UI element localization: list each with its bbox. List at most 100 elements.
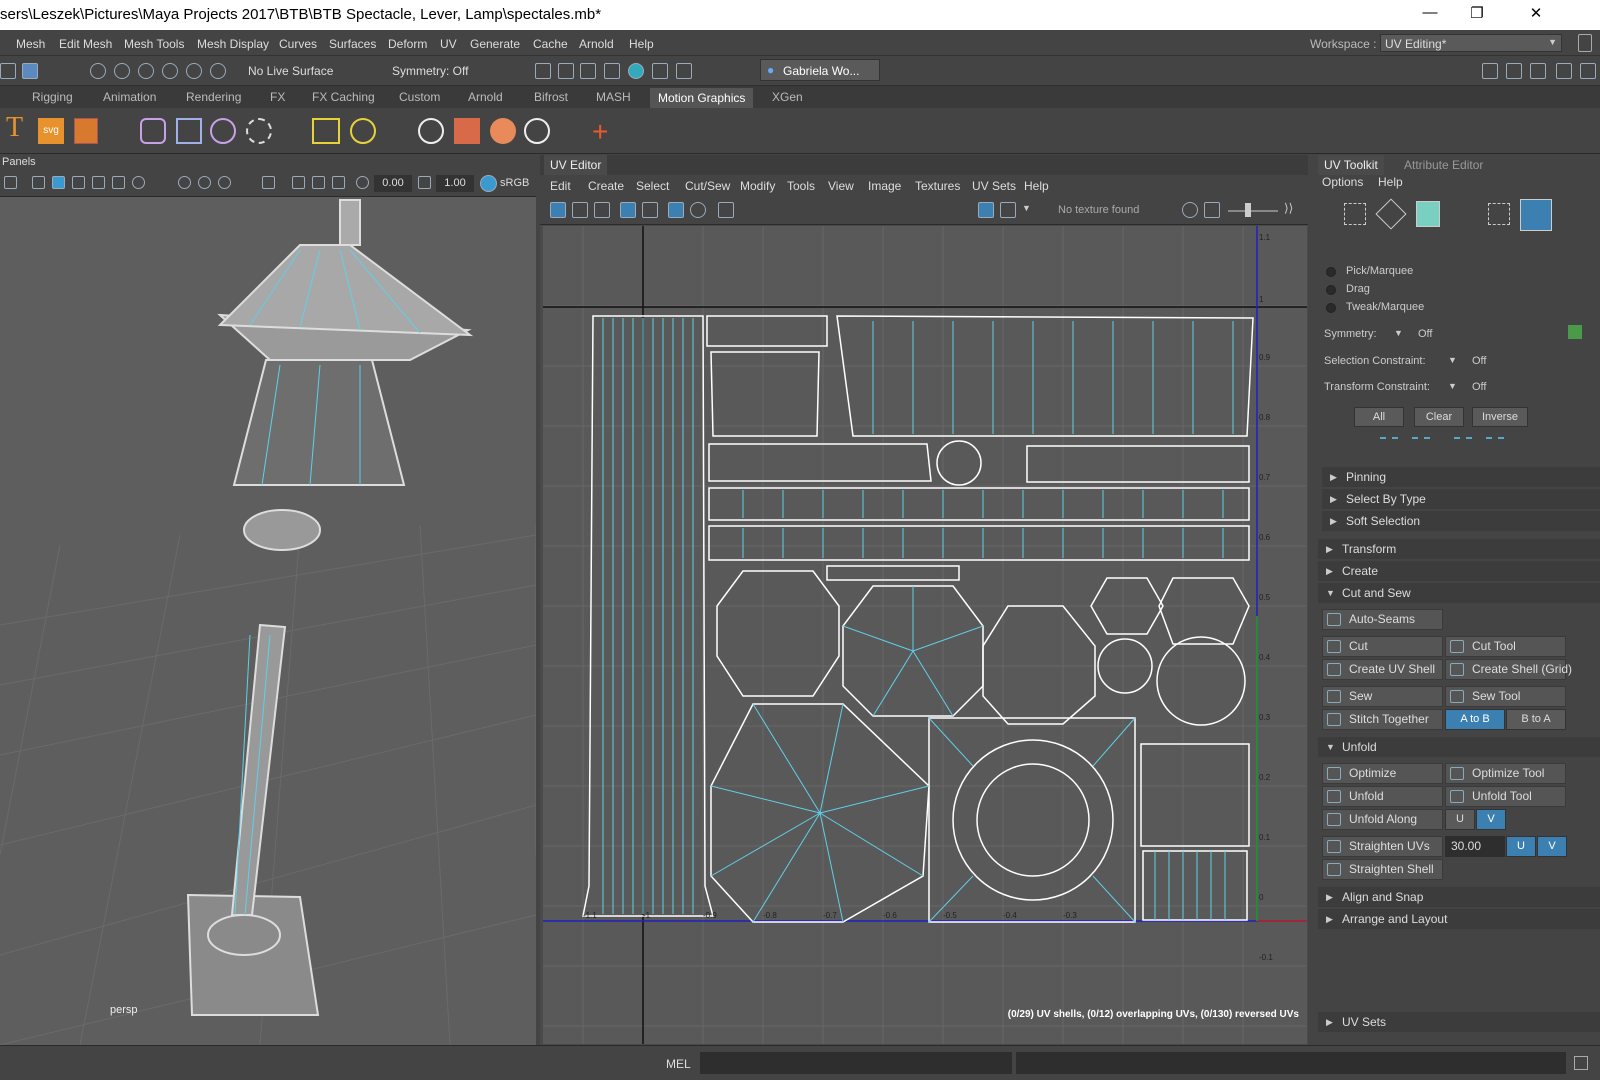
menu-arnold[interactable]: Arnold bbox=[579, 37, 614, 51]
tab-rendering[interactable]: Rendering bbox=[186, 90, 241, 104]
symmetry-axis-icon[interactable] bbox=[1568, 325, 1582, 339]
lasso-icon[interactable] bbox=[90, 63, 106, 79]
mash-network-icon[interactable] bbox=[418, 118, 444, 144]
close-button[interactable]: ✕ bbox=[1521, 4, 1551, 26]
uv-shell-mode-icon[interactable] bbox=[1520, 199, 1552, 231]
text-tool-icon[interactable]: T bbox=[6, 112, 23, 144]
lasso-icon[interactable] bbox=[114, 63, 130, 79]
camera-icon[interactable] bbox=[4, 176, 17, 189]
chevron-down-icon[interactable]: ▼ bbox=[1448, 381, 1457, 391]
pick-marquee-radio[interactable] bbox=[1326, 267, 1336, 277]
tool-settings-icon[interactable] bbox=[1556, 63, 1572, 79]
unfold-along-v-button[interactable]: V bbox=[1476, 809, 1506, 830]
tab-mash[interactable]: MASH bbox=[596, 90, 631, 104]
slider-handle[interactable] bbox=[1245, 203, 1251, 217]
tab-bifrost[interactable]: Bifrost bbox=[534, 90, 568, 104]
menu-uv[interactable]: UV bbox=[440, 37, 457, 51]
snapshot-icon[interactable] bbox=[718, 202, 734, 218]
straighten-u-button[interactable]: U bbox=[1506, 836, 1536, 857]
perspective-viewport[interactable]: persp bbox=[0, 155, 536, 1045]
script-editor-icon[interactable] bbox=[1574, 1056, 1588, 1070]
workspace-dropdown[interactable]: UV Editing* ▼ bbox=[1380, 34, 1562, 52]
menu-mesh-tools[interactable]: Mesh Tools bbox=[124, 37, 184, 51]
motion-blur-icon[interactable] bbox=[198, 176, 211, 189]
uv-pixel-snap-icon[interactable] bbox=[642, 202, 658, 218]
menu-curves[interactable]: Curves bbox=[279, 37, 317, 51]
cut-button[interactable]: Cut bbox=[1322, 636, 1443, 657]
curve-warp-icon[interactable] bbox=[140, 118, 166, 144]
color-management-icon[interactable] bbox=[480, 175, 497, 192]
shaded-icon[interactable] bbox=[52, 176, 65, 189]
layers-icon[interactable] bbox=[1580, 63, 1596, 79]
sew-button[interactable]: Sew bbox=[1322, 686, 1443, 707]
face-mode-icon[interactable] bbox=[1416, 201, 1440, 227]
render-view-icon[interactable] bbox=[652, 63, 668, 79]
attribute-editor-icon[interactable] bbox=[1530, 63, 1546, 79]
checkerboard-icon[interactable] bbox=[1000, 202, 1016, 218]
wire-on-shaded-icon[interactable] bbox=[72, 176, 85, 189]
gamma-icon[interactable] bbox=[418, 176, 431, 189]
section-create[interactable]: ▶ Create bbox=[1318, 561, 1600, 581]
toolkit-menu-help[interactable]: Help bbox=[1378, 175, 1403, 189]
section-arrange-and-layout[interactable]: ▶ Arrange and Layout bbox=[1318, 909, 1600, 929]
unfold-button[interactable]: Unfold bbox=[1322, 786, 1443, 807]
isolate-icon[interactable] bbox=[262, 176, 275, 189]
vertex-mode-icon[interactable] bbox=[1344, 203, 1366, 225]
optimize-tool-button[interactable]: Optimize Tool bbox=[1445, 763, 1566, 784]
chevron-down-icon[interactable]: ▼ bbox=[1022, 203, 1031, 213]
exposure-slider[interactable] bbox=[1228, 210, 1278, 212]
select-icon[interactable] bbox=[22, 63, 38, 79]
b-to-a-button[interactable]: B to A bbox=[1506, 709, 1566, 730]
isolate-icon[interactable] bbox=[690, 202, 706, 218]
lighting-icon[interactable] bbox=[112, 176, 125, 189]
wireframe-icon[interactable] bbox=[32, 176, 45, 189]
pause-icon[interactable] bbox=[676, 63, 692, 79]
symmetry-dropdown[interactable]: Symmetry: Off bbox=[392, 64, 468, 78]
select-all-button[interactable]: All bbox=[1354, 407, 1404, 427]
tab-attribute-editor[interactable]: Attribute Editor bbox=[1404, 158, 1483, 172]
edge-mode-icon[interactable] bbox=[1375, 198, 1407, 230]
uv-sync-icon[interactable] bbox=[1182, 202, 1198, 218]
unfold-tool-button[interactable]: Unfold Tool bbox=[1445, 786, 1566, 807]
stitch-together-button[interactable]: Stitch Together bbox=[1322, 709, 1443, 730]
section-uv-sets[interactable]: ▶ UV Sets bbox=[1318, 1012, 1600, 1032]
channel-box-icon[interactable] bbox=[1506, 63, 1522, 79]
transform-constraint-value[interactable]: Off bbox=[1472, 381, 1486, 393]
section-soft-selection[interactable]: ▶ Soft Selection bbox=[1322, 511, 1600, 531]
lasso-icon[interactable] bbox=[162, 63, 178, 79]
uv-menu-cut-sew[interactable]: Cut/Sew bbox=[685, 179, 730, 193]
uv-menu-textures[interactable]: Textures bbox=[915, 179, 960, 193]
straighten-angle-field[interactable]: 30.00 bbox=[1445, 836, 1505, 857]
uv-menu-select[interactable]: Select bbox=[636, 179, 669, 193]
tab-fx[interactable]: FX bbox=[270, 90, 285, 104]
hypershade-icon[interactable] bbox=[628, 63, 644, 79]
straighten-uvs-button[interactable]: Straighten UVs bbox=[1322, 836, 1443, 857]
a-to-b-button[interactable]: A to B bbox=[1445, 709, 1505, 730]
shrink-shell-icon[interactable] bbox=[1454, 437, 1472, 449]
cut-tool-button[interactable]: Cut Tool bbox=[1445, 636, 1566, 657]
create-shell-grid-button[interactable]: Create Shell (Grid) bbox=[1445, 659, 1572, 680]
uv-menu-create[interactable]: Create bbox=[588, 179, 624, 193]
user-account-dropdown[interactable]: ● Gabriela Wo... bbox=[760, 59, 880, 81]
tab-rigging[interactable]: Rigging bbox=[32, 90, 73, 104]
uv-menu-tools[interactable]: Tools bbox=[787, 179, 815, 193]
inverse-selection-button[interactable]: Inverse bbox=[1472, 407, 1528, 427]
script-language-label[interactable]: MEL bbox=[666, 1057, 691, 1071]
command-input[interactable] bbox=[700, 1052, 1012, 1074]
menu-deform[interactable]: Deform bbox=[388, 37, 427, 51]
grow-shell-icon[interactable] bbox=[1486, 437, 1504, 449]
svg-tool-icon[interactable]: svg bbox=[38, 118, 64, 144]
uv-mode-icon[interactable] bbox=[1488, 203, 1510, 225]
section-unfold[interactable]: ▼ Unfold bbox=[1318, 737, 1600, 757]
ipr-icon[interactable] bbox=[580, 63, 596, 79]
light-icon[interactable] bbox=[350, 118, 376, 144]
ao-icon[interactable] bbox=[178, 176, 191, 189]
straighten-shell-button[interactable]: Straighten Shell bbox=[1322, 859, 1443, 880]
section-transform[interactable]: ▶ Transform bbox=[1318, 539, 1600, 559]
render-icon[interactable] bbox=[535, 63, 551, 79]
uv-shell-icon[interactable] bbox=[550, 202, 566, 218]
lasso-icon[interactable] bbox=[210, 63, 226, 79]
tab-fx-caching[interactable]: FX Caching bbox=[312, 90, 375, 104]
unfold-along-button[interactable]: Unfold Along bbox=[1322, 809, 1443, 830]
gamma-field[interactable]: 1.00 bbox=[436, 175, 474, 192]
